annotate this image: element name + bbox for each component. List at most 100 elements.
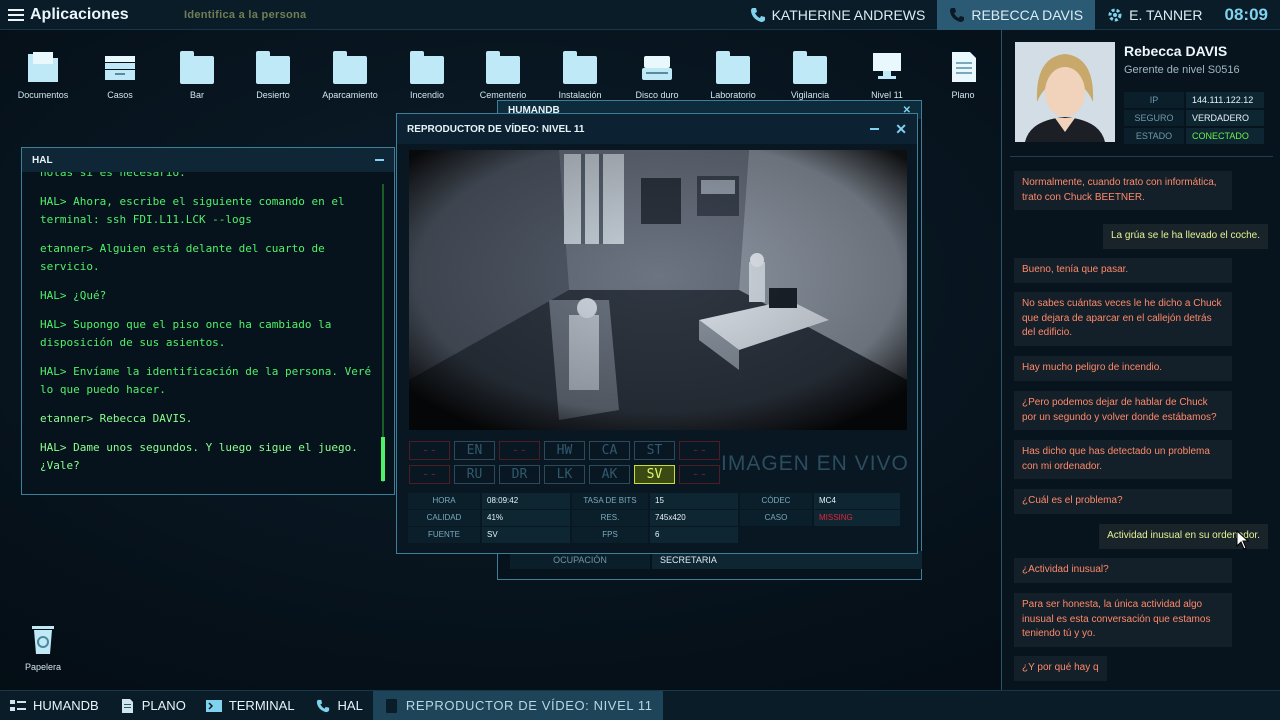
contact-e-tanner[interactable]: E. TANNER <box>1095 0 1214 30</box>
camera-button-lk[interactable]: LK <box>544 465 585 484</box>
camera-feed <box>409 150 907 430</box>
profile-fields: IP 144.111.122.12 SEGURO VERDADERO ESTAD… <box>1124 92 1264 144</box>
desktop-icon-desierto[interactable]: Desierto <box>235 46 311 100</box>
desktop-icon-label: Plano <box>951 90 975 100</box>
taskbar-item-plano[interactable]: PLANO <box>109 691 196 720</box>
taskbar-item-label: TERMINAL <box>228 698 295 713</box>
desktop-icon-casos[interactable]: Casos <box>82 46 158 100</box>
camera-button-hw[interactable]: HW <box>544 441 585 460</box>
video-player-titlebar[interactable]: REPRODUCTOR DE VÍDEO: NIVEL 11 ✕ <box>397 114 917 144</box>
apps-menu-icon <box>8 8 24 21</box>
desktop-icon-instalacion[interactable]: Instalación <box>542 46 618 100</box>
taskbar-item-terminal[interactable]: TERMINAL <box>196 691 305 720</box>
camera-button-ak[interactable]: AK <box>589 465 630 484</box>
desktop-icon-incendio[interactable]: Incendio <box>389 46 465 100</box>
hal-line: HAL> Dame unos segundos. Y luego sigue e… <box>40 441 358 472</box>
desktop-icon-plano[interactable]: Plano <box>925 46 1001 100</box>
hal-scrollbar-thumb[interactable] <box>381 437 385 481</box>
camera-button[interactable]: -- <box>409 465 450 484</box>
info-value-missing: MISSING <box>814 510 900 526</box>
desktop-icon-disco-duro[interactable]: Disco duro <box>619 46 695 100</box>
folder-icon <box>716 51 750 84</box>
contact-name: KATHERINE ANDREWS <box>771 7 926 23</box>
taskbar-item-hal[interactable]: HAL <box>305 691 373 720</box>
camera-button-en[interactable]: EN <box>454 441 495 460</box>
contact-rebecca-davis[interactable]: REBECCA DAVIS <box>937 0 1096 30</box>
chat-message-them: ¿Y por qué hay q <box>1014 656 1107 681</box>
video-info-row: FUENTE SV FPS 6 <box>408 527 906 543</box>
contact-katherine-andrews[interactable]: KATHERINE ANDREWS <box>738 0 938 30</box>
folder-icon <box>256 51 290 84</box>
desktop-icon-label: Casos <box>107 90 133 100</box>
desktop-icon-cementerio[interactable]: Cementerio <box>465 46 541 100</box>
camera-button-dr[interactable]: DR <box>499 465 540 484</box>
monitor-icon <box>870 50 904 84</box>
info-key: CASO <box>740 510 812 526</box>
camera-button-ru[interactable]: RU <box>454 465 495 484</box>
terminal-icon <box>205 699 222 712</box>
hal-log: notas si es necesario. HAL> Ahora, escri… <box>22 172 394 475</box>
chat-panel: Rebecca DAVIS Gerente de nivel S0516 IP … <box>1001 30 1280 690</box>
taskbar-item-video-player[interactable]: REPRODUCTOR DE VÍDEO: NIVEL 11 <box>372 690 663 720</box>
avatar <box>1015 42 1115 142</box>
profile-role: Gerente de nivel S0516 <box>1124 64 1240 76</box>
camera-button-st[interactable]: ST <box>634 441 675 460</box>
info-value: 745x420 <box>650 510 738 526</box>
apps-menu-button[interactable]: Aplicaciones <box>0 6 184 24</box>
desktop-icon-papelera[interactable]: Papelera <box>5 618 81 672</box>
hal-line: HAL> Envíame la identificación de la per… <box>40 365 372 396</box>
phone-icon <box>316 699 329 712</box>
profile-field-key: SEGURO <box>1124 110 1184 126</box>
minimize-icon[interactable] <box>870 128 880 130</box>
camera-button[interactable]: -- <box>499 441 540 460</box>
desktop-icon-label: Nivel 11 <box>871 90 903 100</box>
surveillance-image <box>409 150 907 430</box>
minimize-icon[interactable] <box>375 159 384 161</box>
chat-message-them: ¿Cuál es el problema? <box>1014 489 1232 514</box>
desktop-icon-bar[interactable]: Bar <box>159 46 235 100</box>
desktop-icon-laboratorio[interactable]: Laboratorio <box>695 46 771 100</box>
desktop-icon-label: Cementerio <box>479 90 527 100</box>
info-value: SV <box>482 527 570 543</box>
folder-icon <box>486 51 520 84</box>
hal-line: HAL> Ahora, escribe el siguiente comando… <box>40 195 345 226</box>
chat-message-them: Normalmente, cuando trato con informátic… <box>1014 171 1232 210</box>
desktop-icon-nivel-11[interactable]: Nivel 11 <box>849 46 925 100</box>
camera-button-ca[interactable]: CA <box>589 441 630 460</box>
objective-hint: Identifica a la persona <box>184 8 307 21</box>
phone-icon <box>750 8 765 22</box>
hal-line: HAL> Supongo que el piso once ha cambiad… <box>40 318 332 349</box>
video-player-title: REPRODUCTOR DE VÍDEO: NIVEL 11 <box>407 123 585 135</box>
desktop-icon-label: Aparcamiento <box>322 90 378 100</box>
info-value: 08:09:42 <box>482 493 570 509</box>
profile-field-value: VERDADERO <box>1186 110 1264 126</box>
apps-menu-label: Aplicaciones <box>30 5 129 23</box>
desktop-icon-aparcamiento[interactable]: Aparcamiento <box>312 46 388 100</box>
camera-button[interactable]: -- <box>679 465 720 484</box>
video-info-row: HORA 08:09:42 TASA DE BITS 15 CÓDEC MC4 <box>408 493 906 509</box>
taskbar-item-humandb[interactable]: HUMANDB <box>0 691 109 720</box>
desktop-icon-vigilancia[interactable]: Vigilancia <box>772 46 848 100</box>
camera-button[interactable]: -- <box>679 441 720 460</box>
folder-icon <box>793 51 827 84</box>
taskbar: HUMANDB PLANO TERMINAL HAL REPRODUCTOR D… <box>0 690 1280 720</box>
hal-line: HAL> ¿Qué? <box>40 289 107 302</box>
hal-window[interactable]: HAL notas si es necesario. HAL> Ahora, e… <box>21 147 395 495</box>
hard-drive-icon <box>640 50 674 84</box>
chat-message-them: Para ser honesta, la única actividad alg… <box>1014 593 1232 647</box>
folder-icon <box>180 51 214 84</box>
hal-window-titlebar[interactable]: HAL <box>22 148 394 172</box>
desktop-icon-label: Disco duro <box>635 90 679 100</box>
desktop-icon-documentos[interactable]: Documentos <box>5 46 81 100</box>
hal-console[interactable]: notas si es necesario. HAL> Ahora, escri… <box>22 172 394 492</box>
contacts-area: KATHERINE ANDREWS REBECCA DAVIS E. TANNE… <box>738 0 1280 30</box>
camera-button[interactable]: -- <box>409 441 450 460</box>
profile-field-row: IP 144.111.122.12 <box>1124 92 1264 108</box>
contact-name: REBECCA DAVIS <box>971 7 1084 23</box>
divider <box>1010 156 1273 157</box>
close-icon[interactable]: ✕ <box>895 121 907 138</box>
chat-message-me: La grúa se le ha llevado el coche. <box>1103 224 1268 249</box>
desktop-icons: Documentos Casos Bar Desierto Aparcamien… <box>0 46 1000 108</box>
video-player-window[interactable]: REPRODUCTOR DE VÍDEO: NIVEL 11 ✕ -- EN -… <box>396 113 918 554</box>
camera-button-sv[interactable]: SV <box>634 465 675 484</box>
